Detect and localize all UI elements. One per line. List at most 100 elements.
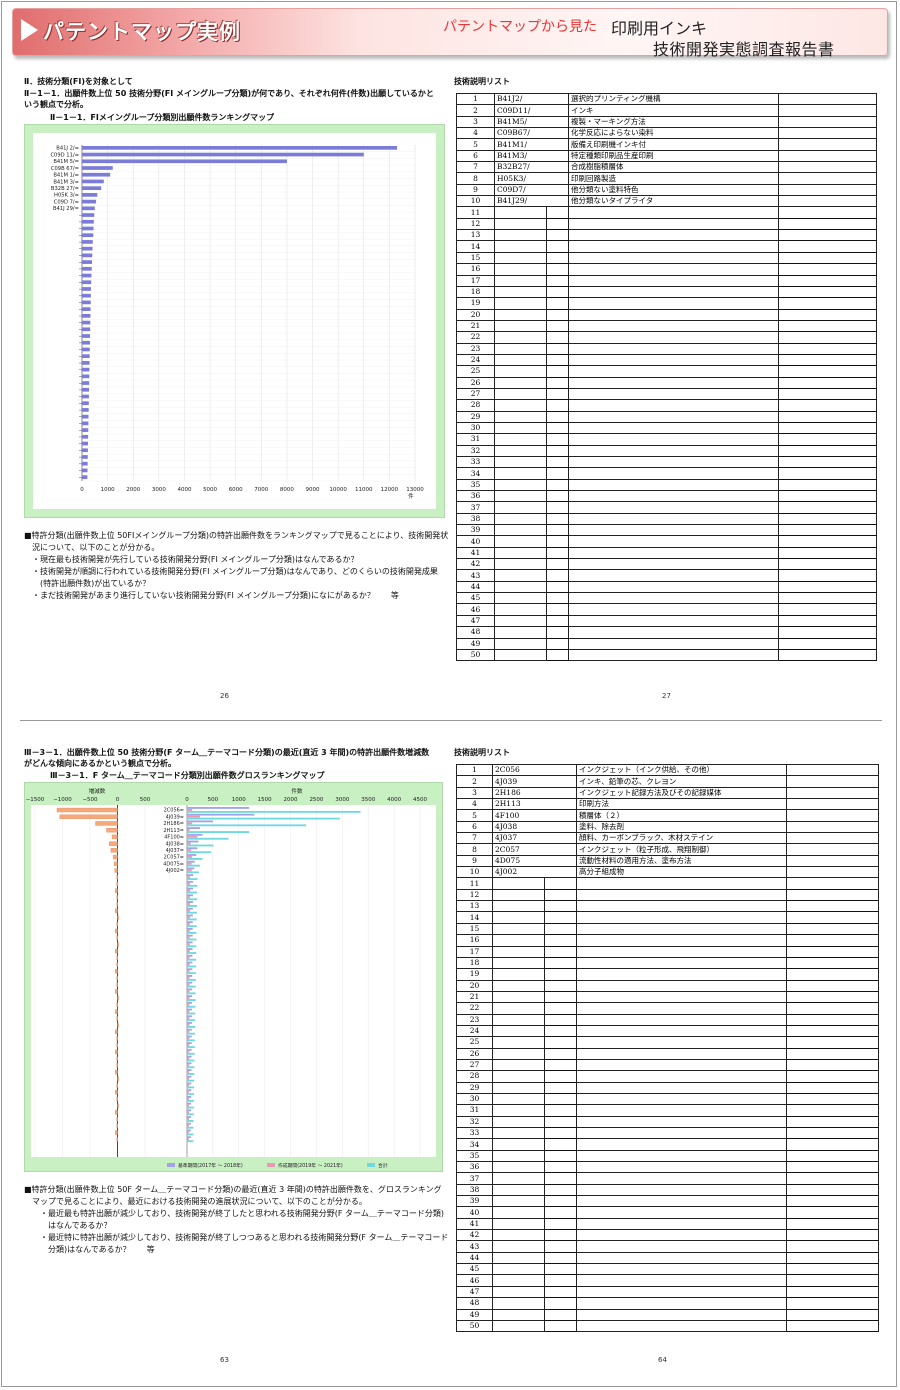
code-spacer bbox=[546, 422, 569, 435]
extra bbox=[786, 1218, 879, 1231]
class-code bbox=[494, 275, 547, 287]
extra bbox=[778, 615, 877, 628]
series-bar bbox=[187, 882, 191, 885]
extra bbox=[786, 843, 879, 856]
code-spacer bbox=[546, 252, 569, 265]
class-code bbox=[492, 1104, 545, 1117]
row-number: 38 bbox=[456, 513, 495, 526]
code-spacer bbox=[544, 1070, 577, 1083]
change-bar bbox=[114, 861, 118, 866]
class-code: B41M1/ bbox=[494, 138, 569, 151]
row-number: 34 bbox=[456, 1138, 493, 1151]
class-code bbox=[492, 1093, 545, 1106]
category-label: C09B 67/= bbox=[51, 166, 79, 172]
extra bbox=[778, 638, 877, 650]
table-row: 17 bbox=[456, 275, 877, 287]
table-row: 43 bbox=[456, 569, 877, 582]
table-row: 25 bbox=[456, 365, 877, 378]
note-line: ■特許分類(出願件数上位 50FIメイングループ分類)の特許出願件数をランキング… bbox=[24, 531, 449, 540]
table-row: 10 4J002 高分子組成物 bbox=[456, 866, 879, 879]
category-label: C09D 7/= bbox=[54, 199, 79, 205]
series-bar bbox=[187, 954, 193, 957]
change-bar bbox=[116, 922, 118, 927]
note-line: はなんであるか？ bbox=[24, 1221, 112, 1230]
code-spacer bbox=[544, 980, 577, 992]
series-bar bbox=[187, 1091, 190, 1094]
bar bbox=[82, 387, 90, 392]
code-spacer bbox=[546, 399, 569, 412]
description: 他分類ない塗料特色 bbox=[568, 184, 779, 197]
bar bbox=[82, 146, 398, 150]
class-code: 4J039 bbox=[492, 775, 577, 788]
table-row: 29 bbox=[456, 411, 877, 423]
class-code bbox=[494, 206, 547, 219]
code-spacer bbox=[546, 275, 569, 287]
series-bar bbox=[187, 1077, 190, 1080]
extra bbox=[778, 331, 877, 344]
extra bbox=[786, 968, 879, 981]
change-bar bbox=[116, 955, 118, 961]
class-code bbox=[494, 603, 547, 616]
stacked-tick-label: 500 bbox=[208, 797, 219, 803]
description bbox=[568, 649, 779, 662]
row-number: 30 bbox=[456, 1093, 493, 1106]
class-code bbox=[494, 422, 547, 435]
extra bbox=[786, 1014, 879, 1026]
extra bbox=[786, 1036, 879, 1049]
row-number: 2 bbox=[456, 104, 495, 117]
row-number: 38 bbox=[456, 1184, 493, 1197]
bar bbox=[82, 206, 95, 211]
extra bbox=[786, 1309, 879, 1321]
tech-list-title: 技術説明リスト bbox=[454, 77, 510, 86]
table-row: 4 2H113 印刷方法 bbox=[456, 798, 879, 811]
class-code bbox=[492, 1274, 545, 1287]
class-code: C09D11/ bbox=[494, 104, 569, 117]
description bbox=[576, 877, 787, 890]
extra bbox=[778, 229, 877, 242]
description bbox=[576, 1297, 787, 1310]
bar bbox=[82, 219, 94, 224]
row-number: 35 bbox=[456, 1150, 493, 1163]
series-bar bbox=[187, 829, 190, 832]
category-label: B41M 3/= bbox=[53, 179, 79, 185]
row-number: 39 bbox=[456, 524, 495, 537]
row-number: 37 bbox=[456, 501, 495, 514]
series-bar bbox=[187, 1030, 190, 1033]
extra bbox=[786, 832, 879, 845]
series-bar bbox=[187, 1012, 196, 1015]
series-bar bbox=[187, 1120, 194, 1122]
code-spacer bbox=[546, 569, 569, 582]
row-number: 41 bbox=[456, 1218, 493, 1231]
description: 化学反応によらない染料 bbox=[568, 127, 779, 140]
series-bar bbox=[187, 983, 190, 986]
class-code bbox=[492, 1263, 545, 1276]
bar bbox=[82, 186, 102, 191]
row-number: 45 bbox=[456, 1263, 493, 1276]
row-number: 31 bbox=[456, 433, 495, 446]
extra bbox=[778, 127, 877, 140]
bar bbox=[82, 287, 91, 291]
code-spacer bbox=[546, 513, 569, 526]
change-bar bbox=[116, 901, 118, 907]
extra bbox=[786, 957, 879, 970]
description: 特定種類印刷品生産印刷 bbox=[568, 150, 779, 163]
table-row: 27 bbox=[456, 1059, 879, 1072]
change-bar bbox=[115, 1009, 118, 1014]
code-spacer bbox=[546, 297, 569, 310]
x-tick-label: 12000 bbox=[381, 487, 399, 493]
analysis-text-line2: いう観点で分析。 bbox=[24, 100, 88, 109]
class-code: H05K3/ bbox=[494, 172, 569, 185]
extra bbox=[778, 524, 877, 537]
code-spacer bbox=[544, 946, 577, 958]
row-number: 18 bbox=[456, 957, 493, 970]
class-code bbox=[492, 1059, 545, 1072]
class-code bbox=[494, 467, 547, 480]
series-bar bbox=[187, 831, 250, 833]
code-spacer bbox=[546, 263, 569, 276]
class-code bbox=[492, 946, 545, 958]
series-bar bbox=[187, 856, 193, 858]
series-bar bbox=[187, 963, 190, 966]
x-tick-label: 6000 bbox=[229, 487, 243, 493]
diverging-tick-label: −1500 bbox=[26, 797, 45, 803]
bar bbox=[82, 266, 92, 271]
